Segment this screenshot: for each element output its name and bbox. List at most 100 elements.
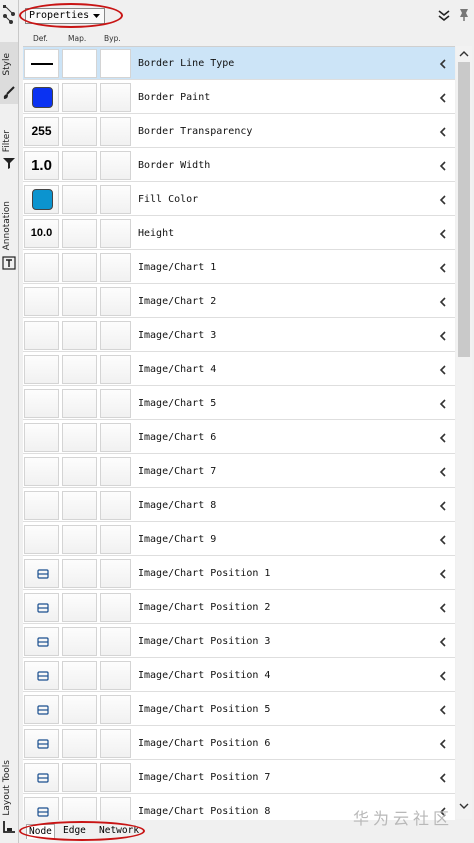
property-row[interactable]: Image/Chart Position 1 [23,557,455,590]
mapping-cell[interactable] [62,389,97,418]
mapping-cell[interactable] [62,355,97,384]
chevron-left-icon[interactable] [439,773,447,783]
bypass-cell[interactable] [100,49,131,78]
mapping-cell[interactable] [62,763,97,792]
chevron-left-icon[interactable] [439,637,447,647]
mapping-cell[interactable] [62,627,97,656]
mapping-cell[interactable] [62,559,97,588]
property-row[interactable]: Image/Chart Position 5 [23,693,455,726]
property-row[interactable]: Image/Chart Position 2 [23,591,455,624]
property-row[interactable]: 1.0 Border Width [23,149,455,182]
chevron-left-icon[interactable] [439,161,447,171]
default-value-cell[interactable]: 255 [24,117,59,146]
default-value-cell[interactable]: 10.0 [24,219,59,248]
chevron-left-icon[interactable] [439,399,447,409]
tab-layout-tools[interactable]: Layout Tools [0,738,18,838]
property-row[interactable]: Image/Chart 4 [23,353,455,386]
property-row[interactable]: Image/Chart 6 [23,421,455,454]
property-row[interactable]: Image/Chart Position 7 [23,761,455,794]
chevron-left-icon[interactable] [439,467,447,477]
property-row[interactable]: Border Line Type [23,47,455,80]
bypass-cell[interactable] [100,219,131,248]
chevron-left-icon[interactable] [439,365,447,375]
default-value-cell[interactable] [24,525,59,554]
chevron-left-icon[interactable] [439,433,447,443]
vertical-scrollbar[interactable] [456,46,472,819]
default-value-cell[interactable] [24,797,59,820]
chevron-left-icon[interactable] [439,705,447,715]
tab-edge[interactable]: Edge [61,824,88,838]
pin-icon[interactable] [457,8,471,22]
chevron-left-icon[interactable] [439,535,447,545]
chevron-left-icon[interactable] [439,569,447,579]
default-value-cell[interactable] [24,321,59,350]
chevron-left-icon[interactable] [439,671,447,681]
bypass-cell[interactable] [100,389,131,418]
property-row[interactable]: Image/Chart 7 [23,455,455,488]
scroll-down-arrow-icon[interactable] [456,800,472,812]
default-value-cell[interactable] [24,729,59,758]
chevron-left-icon[interactable] [439,603,447,613]
tab-network[interactable]: Network [97,824,141,838]
default-value-cell[interactable] [24,287,59,316]
mapping-cell[interactable] [62,593,97,622]
tab-annotation[interactable]: Annotation [0,190,18,276]
mapping-cell[interactable] [62,219,97,248]
default-value-cell[interactable] [24,389,59,418]
mapping-cell[interactable] [62,49,97,78]
bypass-cell[interactable] [100,525,131,554]
bypass-cell[interactable] [100,593,131,622]
bypass-cell[interactable] [100,151,131,180]
bypass-cell[interactable] [100,287,131,316]
mapping-cell[interactable] [62,83,97,112]
bypass-cell[interactable] [100,797,131,820]
bypass-cell[interactable] [100,117,131,146]
mapping-cell[interactable] [62,457,97,486]
bypass-cell[interactable] [100,627,131,656]
default-value-cell[interactable]: 1.0 [24,151,59,180]
property-row[interactable]: Image/Chart Position 6 [23,727,455,760]
property-row[interactable]: Image/Chart 9 [23,523,455,556]
chevron-left-icon[interactable] [439,501,447,511]
bypass-cell[interactable] [100,253,131,282]
bypass-cell[interactable] [100,355,131,384]
default-value-cell[interactable] [24,491,59,520]
property-row[interactable]: Image/Chart 2 [23,285,455,318]
chevron-left-icon[interactable] [439,739,447,749]
mapping-cell[interactable] [62,797,97,820]
collapse-all-icon[interactable] [437,8,451,22]
mapping-cell[interactable] [62,253,97,282]
default-value-cell[interactable] [24,83,59,112]
default-value-cell[interactable] [24,627,59,656]
chevron-left-icon[interactable] [439,195,447,205]
bypass-cell[interactable] [100,321,131,350]
mapping-cell[interactable] [62,117,97,146]
mapping-cell[interactable] [62,151,97,180]
property-row[interactable]: 255 Border Transparency [23,115,455,148]
chevron-left-icon[interactable] [439,93,447,103]
default-value-cell[interactable] [24,593,59,622]
default-value-cell[interactable] [24,253,59,282]
chevron-left-icon[interactable] [439,331,447,341]
mapping-cell[interactable] [62,661,97,690]
chevron-left-icon[interactable] [439,127,447,137]
property-row[interactable]: Fill Color [23,183,455,216]
bypass-cell[interactable] [100,457,131,486]
default-value-cell[interactable] [24,763,59,792]
bypass-cell[interactable] [100,423,131,452]
mapping-cell[interactable] [62,423,97,452]
bypass-cell[interactable] [100,729,131,758]
mapping-cell[interactable] [62,287,97,316]
default-value-cell[interactable] [24,695,59,724]
mapping-cell[interactable] [62,525,97,554]
property-row[interactable]: 10.0 Height [23,217,455,250]
property-row[interactable]: Image/Chart Position 3 [23,625,455,658]
bypass-cell[interactable] [100,763,131,792]
scroll-up-arrow-icon[interactable] [456,48,472,60]
bypass-cell[interactable] [100,83,131,112]
property-row[interactable]: Image/Chart Position 4 [23,659,455,692]
default-value-cell[interactable] [24,457,59,486]
tab-node[interactable]: Node [26,824,55,839]
property-row[interactable]: Image/Chart 8 [23,489,455,522]
bypass-cell[interactable] [100,661,131,690]
